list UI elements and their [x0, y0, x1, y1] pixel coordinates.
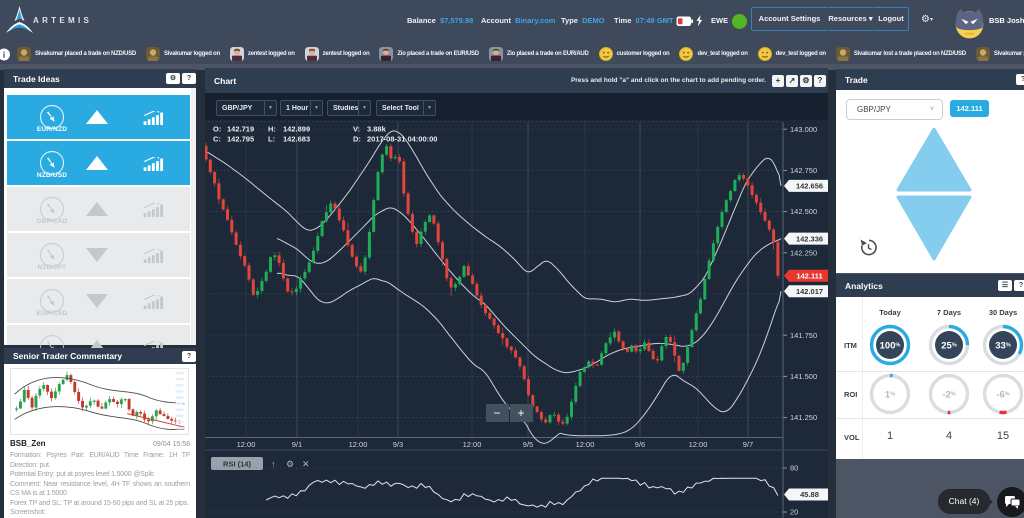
svg-text:V:: V:	[353, 125, 360, 134]
svg-text:141.500: 141.500	[790, 372, 817, 381]
svg-text:1%: 1%	[885, 389, 895, 400]
svg-text:142.750: 142.750	[790, 166, 817, 175]
svg-text:12:00: 12:00	[576, 440, 595, 449]
svg-text:2017-08-31 04:00:00: 2017-08-31 04:00:00	[367, 135, 437, 144]
svg-text:12:00: 12:00	[689, 440, 708, 449]
svg-text:142.899: 142.899	[283, 125, 310, 134]
svg-text:RSI (14): RSI (14)	[223, 460, 251, 469]
svg-text:142.336: 142.336	[796, 234, 823, 243]
svg-text:O:: O:	[213, 125, 221, 134]
svg-text:3.88k: 3.88k	[367, 125, 387, 134]
svg-text:142.683: 142.683	[283, 135, 310, 144]
svg-text:143.000: 143.000	[790, 125, 817, 134]
svg-text:9/6: 9/6	[635, 440, 645, 449]
svg-text:141.750: 141.750	[790, 331, 817, 340]
svg-text:9/3: 9/3	[393, 440, 403, 449]
svg-text:9/7: 9/7	[743, 440, 753, 449]
svg-text:-6%: -6%	[996, 389, 1009, 400]
svg-text:45.88: 45.88	[800, 490, 819, 499]
svg-text:20: 20	[790, 508, 798, 517]
svg-text:✕: ✕	[302, 459, 310, 469]
svg-text:C:: C:	[213, 135, 221, 144]
svg-text:+: +	[517, 406, 524, 420]
svg-text:12:00: 12:00	[349, 440, 368, 449]
svg-text:9/5: 9/5	[523, 440, 533, 449]
svg-text:142.500: 142.500	[790, 207, 817, 216]
svg-text:142.017: 142.017	[796, 287, 823, 296]
svg-text:142.795: 142.795	[227, 135, 254, 144]
svg-text:9/1: 9/1	[292, 440, 302, 449]
svg-text:⚙: ⚙	[286, 459, 294, 469]
svg-text:D:: D:	[353, 135, 361, 144]
svg-text:12:00: 12:00	[463, 440, 482, 449]
svg-text:142.719: 142.719	[227, 125, 254, 134]
svg-text:141.250: 141.250	[790, 413, 817, 422]
svg-text:−: −	[493, 406, 500, 420]
svg-text:L:: L:	[268, 135, 275, 144]
svg-text:142.656: 142.656	[796, 182, 823, 191]
svg-text:↑: ↑	[271, 459, 276, 469]
svg-text:142.111: 142.111	[796, 271, 822, 280]
svg-text:-2%: -2%	[942, 389, 955, 400]
svg-text:142.250: 142.250	[790, 248, 817, 257]
svg-text:H:: H:	[268, 125, 276, 134]
svg-text:80: 80	[790, 464, 798, 473]
svg-text:12:00: 12:00	[237, 440, 256, 449]
